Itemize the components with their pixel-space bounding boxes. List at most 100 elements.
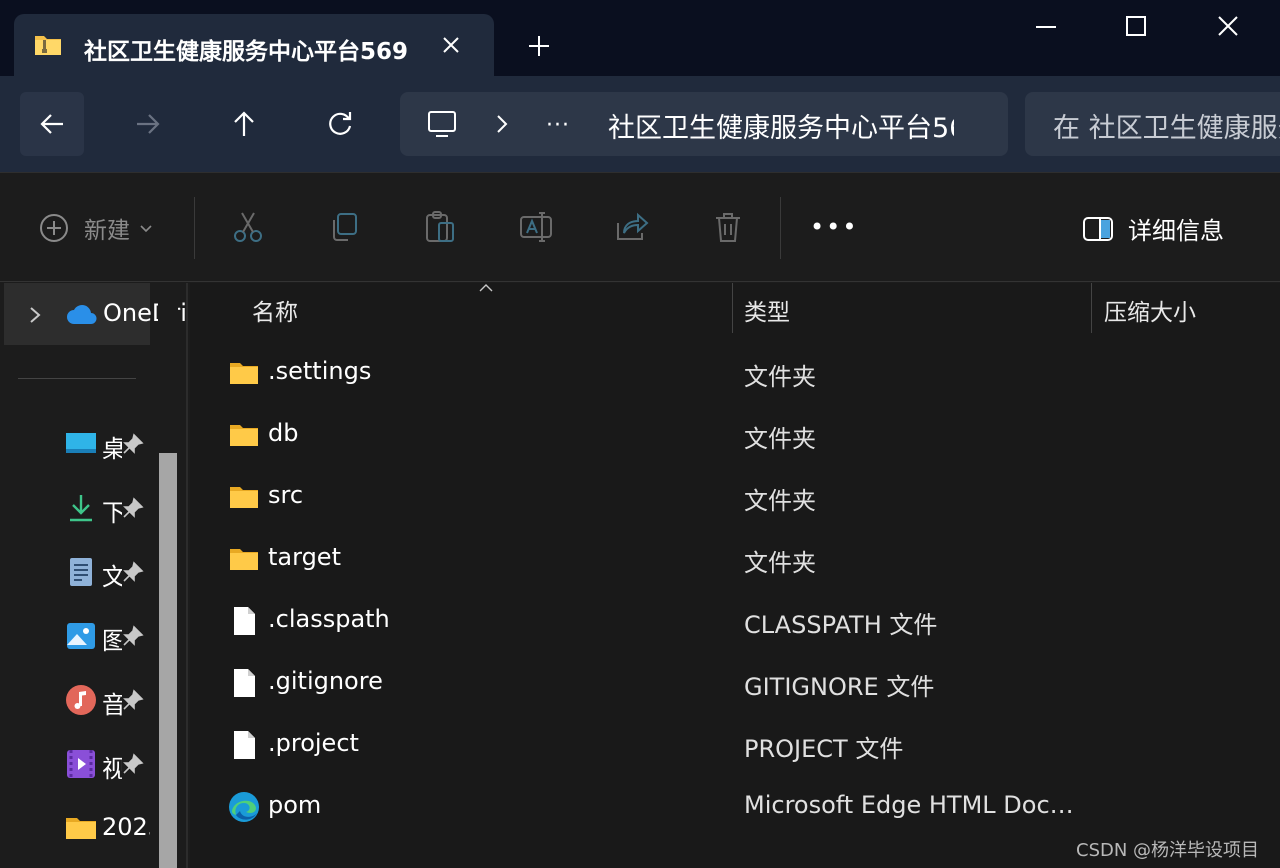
pin-icon [123, 497, 144, 518]
pin-icon [123, 561, 144, 582]
sidebar-item-label: 下载 [102, 493, 122, 528]
file-type: PROJECT 文件 [744, 735, 904, 763]
title-bar: 社区卫生健康服务中心平台569 [0, 0, 1280, 76]
scrollbar-thumb[interactable] [159, 453, 177, 868]
videos-icon [67, 750, 95, 778]
chevron-right-icon[interactable] [28, 305, 42, 325]
divider [18, 378, 136, 379]
column-divider[interactable] [1091, 283, 1092, 333]
details-pane-icon [1083, 216, 1113, 241]
sidebar-item-folder-2023[interactable]: 2023 [0, 803, 150, 853]
sidebar-item-label: 图片 [102, 621, 122, 656]
file-row[interactable]: .gitignore GITIGNORE 文件 [190, 653, 1280, 715]
close-window-icon[interactable] [1206, 10, 1250, 44]
folder-icon [66, 818, 96, 839]
file-name: db [268, 419, 299, 447]
share-icon[interactable] [614, 209, 650, 245]
cloud-icon [67, 305, 97, 324]
folder-icon [230, 363, 258, 384]
back-button[interactable] [20, 92, 84, 156]
maximize-icon[interactable] [1114, 10, 1158, 44]
chevron-right-icon[interactable] [492, 113, 512, 135]
download-icon [70, 495, 92, 522]
forward-button[interactable] [116, 92, 180, 156]
documents-icon [70, 558, 92, 586]
refresh-button[interactable] [308, 92, 372, 156]
search-input[interactable]: 在 社区卫生健康服务中心平台569 中搜索 [1053, 106, 1280, 145]
pin-icon [123, 689, 144, 710]
sidebar-item-label: 音乐 [102, 685, 122, 720]
cut-icon[interactable] [230, 209, 266, 245]
arrow-left-icon [40, 114, 63, 134]
close-tab-icon[interactable] [439, 33, 463, 57]
file-row[interactable]: .settings 文件夹 [190, 343, 1280, 405]
navigation-pane: OneDrive 桌面 下载 文档 [0, 283, 188, 868]
file-row[interactable]: target 文件夹 [190, 529, 1280, 591]
sidebar-item-label: 桌面 [102, 429, 122, 464]
file-type: 文件夹 [744, 487, 816, 515]
file-name: .settings [268, 357, 372, 385]
new-tab-icon[interactable] [526, 33, 552, 59]
new-button[interactable]: 新建 [38, 211, 154, 245]
folder-icon [230, 549, 258, 570]
file-row[interactable]: .classpath CLASSPATH 文件 [190, 591, 1280, 653]
pin-icon [123, 625, 144, 646]
up-button[interactable] [212, 92, 276, 156]
sidebar-item-videos[interactable]: 视频 [0, 739, 150, 789]
file-name: .gitignore [268, 667, 383, 695]
folder-icon [230, 487, 258, 508]
sort-ascending-icon [479, 284, 493, 292]
column-header-name[interactable]: 名称 [252, 293, 298, 327]
file-name: pom [268, 791, 322, 819]
file-row[interactable]: src 文件夹 [190, 467, 1280, 529]
refresh-icon [329, 112, 352, 135]
file-name: src [268, 481, 304, 509]
file-icon [234, 607, 255, 635]
file-row[interactable]: db 文件夹 [190, 405, 1280, 467]
delete-icon[interactable] [710, 209, 746, 245]
monitor-icon [428, 111, 456, 137]
desktop-icon [66, 433, 96, 453]
sidebar-item-downloads[interactable]: 下载 [0, 483, 150, 533]
sidebar-item-documents[interactable]: 文档 [0, 547, 150, 597]
address-bar[interactable]: ··· 社区卫生健康服务中心平台569 [400, 92, 1008, 156]
pin-icon [123, 433, 144, 454]
file-row[interactable]: .project PROJECT 文件 [190, 715, 1280, 777]
file-icon [234, 731, 255, 759]
column-divider[interactable] [732, 283, 733, 333]
chevron-down-icon [140, 225, 152, 233]
sidebar-item-pictures[interactable]: 图片 [0, 611, 150, 661]
file-type: GITIGNORE 文件 [744, 673, 935, 701]
column-header-type[interactable]: 类型 [744, 293, 790, 327]
file-type: 文件夹 [744, 549, 816, 577]
rename-icon[interactable] [518, 209, 554, 245]
file-name: .classpath [268, 605, 390, 633]
watermark: CSDN @杨洋毕设项目 [1076, 840, 1260, 861]
breadcrumb-current[interactable]: 社区卫生健康服务中心平台569 [608, 106, 954, 145]
more-options-button[interactable]: ••• [810, 213, 858, 241]
add-circle-icon [40, 214, 68, 242]
column-header-compressed-size[interactable]: 压缩大小 [1104, 293, 1196, 327]
folder-icon [230, 425, 258, 446]
file-name: target [268, 543, 341, 571]
navigation-bar: ··· 社区卫生健康服务中心平台569 在 社区卫生健康服务中心平台569 中搜… [0, 76, 1280, 172]
edge-icon [229, 792, 259, 822]
arrow-up-icon [234, 111, 254, 136]
copy-icon[interactable] [326, 209, 362, 245]
sidebar-item-desktop[interactable]: 桌面 [0, 419, 150, 469]
sidebar-item-music[interactable]: 音乐 [0, 675, 150, 725]
breadcrumb-overflow[interactable]: ··· [546, 113, 570, 138]
tab-title: 社区卫生健康服务中心平台569 [84, 39, 409, 65]
file-list: 名称 类型 压缩大小 .settings 文件夹 db 文件夹 src 文件夹 … [190, 283, 1280, 868]
sidebar-item-onedrive[interactable]: OneDrive [4, 283, 186, 345]
details-pane-button[interactable]: 详细信息 [1082, 211, 1224, 246]
file-type: CLASSPATH 文件 [744, 611, 938, 639]
pictures-icon [67, 623, 95, 649]
minimize-icon[interactable] [1024, 10, 1068, 44]
paste-icon[interactable] [422, 209, 458, 245]
command-bar: 新建 ••• 详细信息 [0, 172, 1280, 282]
file-row[interactable]: pom Microsoft Edge HTML Docu... [190, 777, 1280, 839]
search-box[interactable]: 在 社区卫生健康服务中心平台569 中搜索 [1025, 92, 1280, 156]
new-label: 新建 [84, 218, 130, 244]
tab-active[interactable]: 社区卫生健康服务中心平台569 [14, 14, 494, 76]
